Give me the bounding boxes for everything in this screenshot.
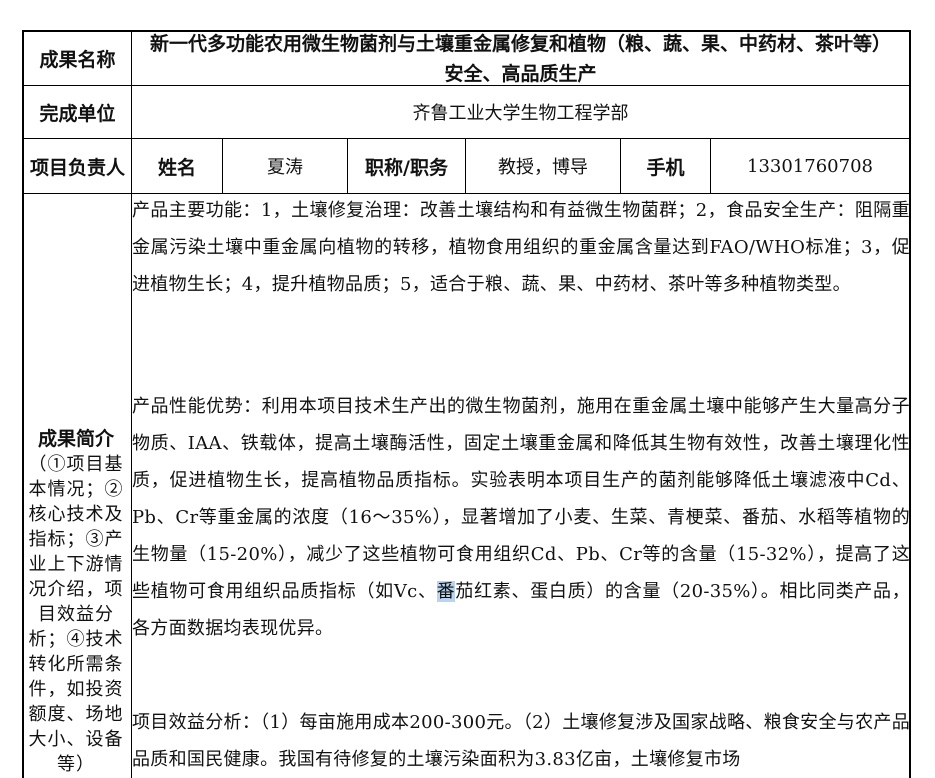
result-name-value: 新一代多功能农用微生物菌剂与土壤重金属修复和植物（粮、蔬、果、中药材、茶叶等）安… (149, 32, 891, 85)
position-label: 职称/职务 (365, 156, 448, 179)
unit-value: 齐鲁工业大学生物工程学部 (412, 103, 629, 124)
intro-sublabel: （①项目基本情况；②核心技术及指标；③产业上下游情况介绍，项目效益分析；④技术转… (28, 454, 124, 775)
intro-label: 成果简介 (37, 428, 114, 450)
intro-label-block: 成果简介 （①项目基本情况；②核心技术及指标；③产业上下游情况介绍，项目效益分析… (22, 426, 130, 777)
name-label: 姓名 (157, 156, 196, 179)
phone-label: 手机 (646, 156, 685, 179)
advantages-text-part1: 产品性能优势：利用本项目技术生产出的微生物菌剂，施用在重金属土壤中能够产生大量高… (132, 396, 910, 602)
result-name-label: 成果名称 (39, 49, 116, 71)
name-value: 夏涛 (267, 157, 303, 178)
leader-label: 项目负责人 (29, 156, 125, 179)
unit-label: 完成单位 (39, 102, 116, 125)
intro-paragraph-functions: 产品主要功能：1，土壤修复治理：改善土壤结构和有益微生物菌群；2，食品安全生产：… (132, 200, 910, 295)
phone-value: 13301760708 (747, 155, 873, 177)
intro-paragraph-advantages: 产品性能优势：利用本项目技术生产出的微生物菌剂，施用在重金属土壤中能够产生大量高… (132, 388, 910, 647)
intro-paragraph-benefits: 项目效益分析：（1）每亩施用成本200-300元。（2）土壤修复涉及国家战略、粮… (132, 712, 910, 770)
text-selection-highlight: 番 (436, 581, 456, 602)
position-value: 教授，博导 (498, 157, 588, 178)
